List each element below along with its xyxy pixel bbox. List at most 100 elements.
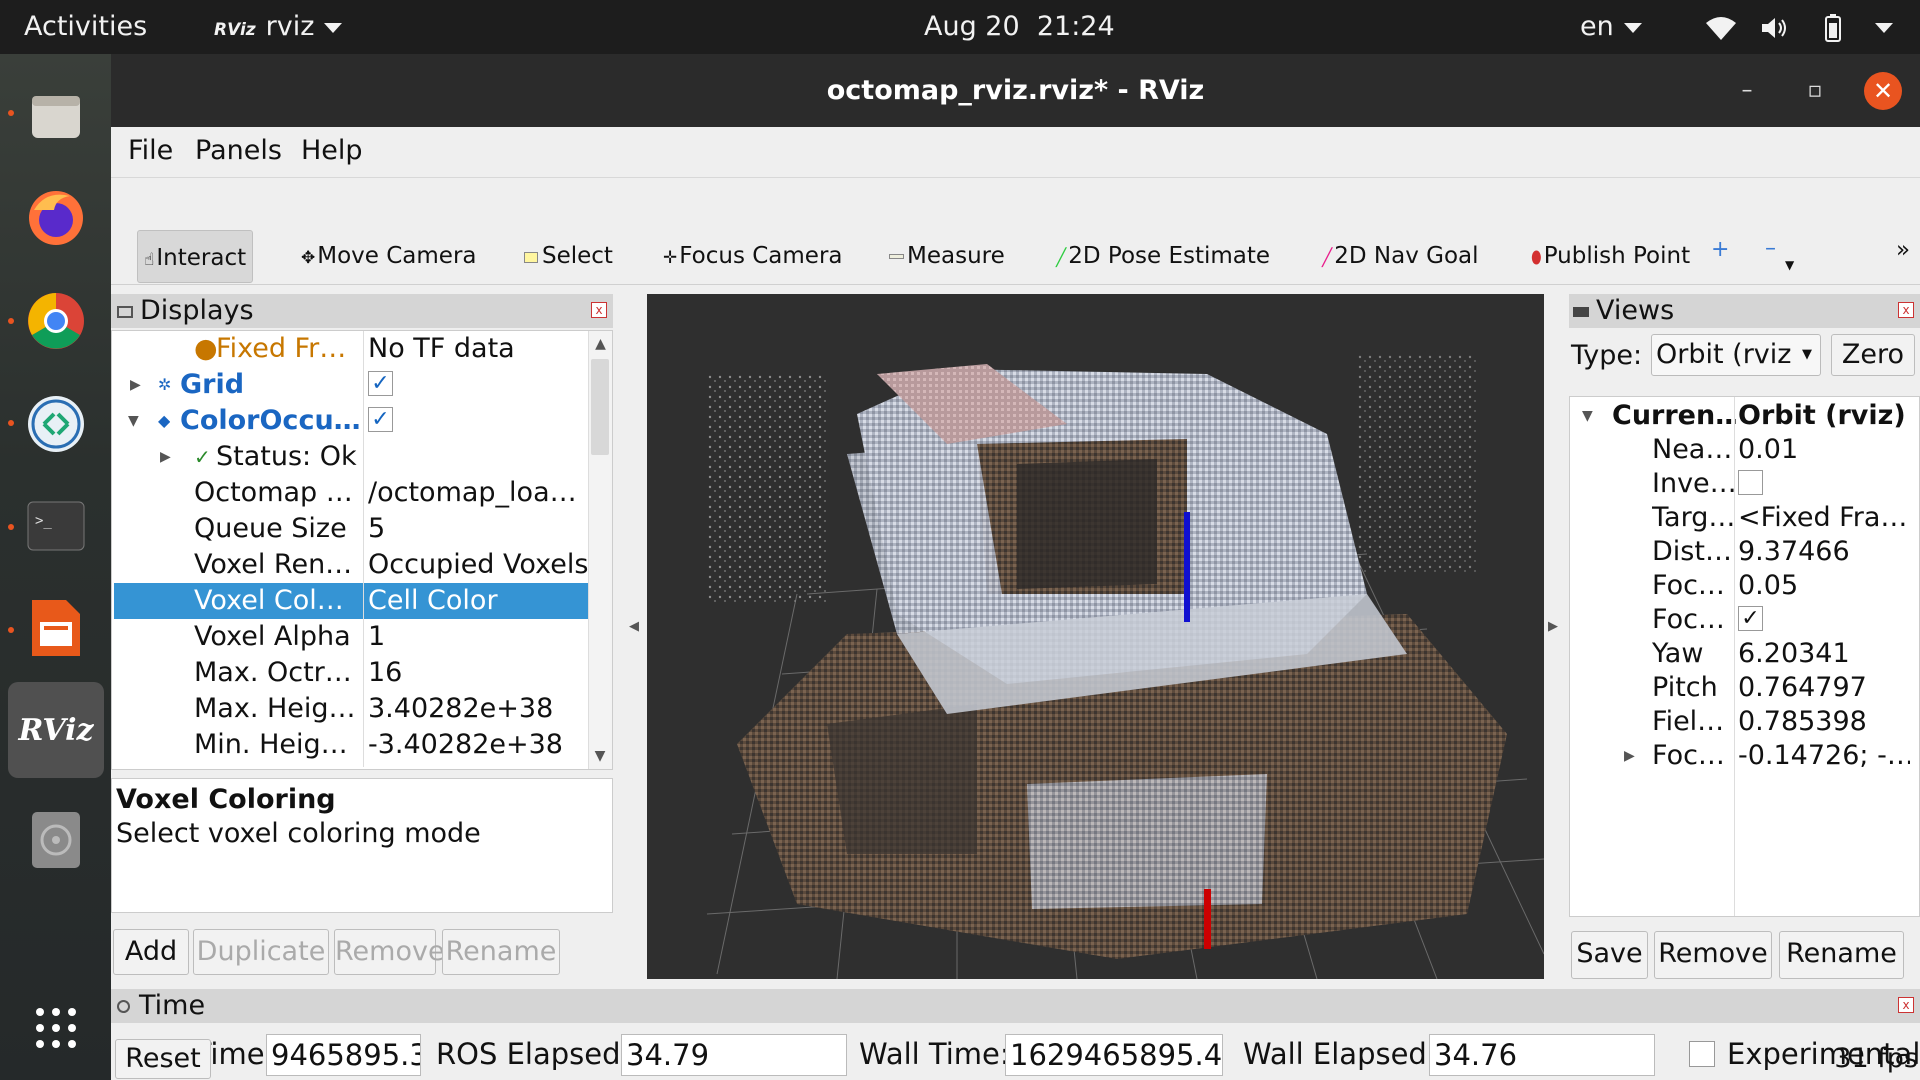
chrome-icon[interactable]: [22, 287, 90, 355]
rename-view-button[interactable]: Rename: [1779, 931, 1904, 979]
tool-2d-nav-goal[interactable]: ╱2D Nav Goal: [1322, 229, 1479, 283]
rviz-dock-icon[interactable]: RViz: [8, 682, 104, 778]
view-row-current[interactable]: ▼ Curren… Orbit (rviz): [1570, 399, 1915, 433]
view-row-field-of-view[interactable]: Fiel… 0.785398: [1570, 705, 1915, 739]
view-row-yaw[interactable]: Yaw 6.20341: [1570, 637, 1915, 671]
tool-measure[interactable]: Measure: [889, 229, 1005, 283]
tool-move-camera[interactable]: ✥Move Camera: [301, 229, 477, 283]
tool-publish-point[interactable]: ⬮Publish Point: [1531, 229, 1690, 283]
system-menu-button[interactable]: [1865, 0, 1893, 54]
close-icon[interactable]: x: [591, 302, 607, 318]
view-row-target-frame[interactable]: Targ… <Fixed Fra…: [1570, 501, 1915, 535]
grid-enabled-checkbox[interactable]: ✓: [368, 371, 393, 396]
scrollbar-thumb[interactable]: [591, 359, 609, 455]
close-icon[interactable]: x: [1898, 997, 1914, 1013]
tool-interact[interactable]: ☝Interact: [137, 230, 254, 283]
remove-tool-minus-icon[interactable]: –: [1765, 222, 1776, 276]
close-button[interactable]: ✕: [1864, 72, 1902, 110]
tree-row-grid[interactable]: ▶ ✲ Grid ✓: [114, 367, 588, 403]
tree-row-fixed-frame[interactable]: ● Fixed Fr… No TF data: [114, 331, 588, 367]
files-icon[interactable]: [22, 82, 90, 150]
collapse-arrow-icon[interactable]: ▼: [128, 403, 139, 439]
nav-goal-icon: ╱: [1322, 248, 1333, 268]
view-row-distance[interactable]: Dist… 9.37466: [1570, 535, 1915, 569]
menu-panels[interactable]: Panels: [195, 135, 282, 166]
color-occupancy-enabled-checkbox[interactable]: ✓: [368, 407, 393, 432]
activities-button[interactable]: Activities: [24, 0, 147, 54]
tool-select[interactable]: Select: [524, 229, 613, 283]
experimental-checkbox[interactable]: [1689, 1041, 1715, 1067]
tool-focus-camera[interactable]: ✛Focus Camera: [663, 229, 843, 283]
remove-view-button[interactable]: Remove: [1654, 931, 1772, 979]
tree-row-max-height[interactable]: Max. Heig… 3.40282e+38: [114, 691, 588, 727]
duplicate-display-button[interactable]: Duplicate: [193, 929, 329, 975]
app-menu[interactable]: RViz rviz: [214, 0, 343, 54]
collapse-arrow-icon[interactable]: ▼: [1582, 399, 1593, 433]
tree-row-queue-size[interactable]: Queue Size 5: [114, 511, 588, 547]
chevron-down-icon[interactable]: ▼: [1785, 238, 1794, 292]
focal-shape-fixed-checkbox[interactable]: ✓: [1738, 606, 1763, 631]
add-display-button[interactable]: Add: [113, 929, 189, 975]
wall-elapsed-field[interactable]: 34.76: [1429, 1034, 1655, 1076]
save-view-button[interactable]: Save: [1571, 931, 1648, 979]
wifi-icon[interactable]: [1705, 0, 1737, 54]
window-titlebar[interactable]: octomap_rviz.rviz* - RViz – ▫ ✕: [111, 54, 1920, 127]
chevron-down-icon: [324, 22, 343, 33]
tree-row-voxel-coloring[interactable]: Voxel Col… Cell Color: [114, 583, 588, 619]
running-indicator: [8, 524, 14, 530]
tree-row-voxel-rendering[interactable]: Voxel Ren… Occupied Voxels: [114, 547, 588, 583]
ros-elapsed-field[interactable]: 34.79: [621, 1034, 847, 1076]
wall-time-field[interactable]: 1629465895.40: [1005, 1034, 1223, 1076]
view-row-focal-shape-fixed[interactable]: Foc… ✓: [1570, 603, 1915, 637]
firefox-icon[interactable]: [22, 184, 90, 252]
tree-row-min-height[interactable]: Min. Heig… -3.40282e+38: [114, 727, 588, 763]
toolbar-overflow-icon[interactable]: »: [1896, 223, 1910, 277]
tree-row-octomap-topic[interactable]: Octomap … /octomap_loa…: [114, 475, 588, 511]
tree-row-voxel-alpha[interactable]: Voxel Alpha 1: [114, 619, 588, 655]
remote-desktop-icon[interactable]: [22, 390, 90, 458]
impress-icon[interactable]: [22, 594, 90, 662]
3d-viewport[interactable]: [647, 294, 1544, 979]
collapse-left-panel-icon[interactable]: ◀: [629, 619, 639, 634]
tree-scrollbar[interactable]: ▲ ▼: [588, 331, 612, 769]
scroll-down-icon[interactable]: ▼: [589, 743, 611, 769]
add-tool-plus-icon[interactable]: +: [1711, 223, 1729, 277]
view-row-focal-point[interactable]: ▶ Foc… -0.14726; -…: [1570, 739, 1915, 773]
zero-button[interactable]: Zero: [1831, 334, 1915, 376]
menu-help[interactable]: Help: [301, 135, 363, 166]
displays-panel-header[interactable]: Displays x: [111, 294, 613, 328]
show-applications-icon[interactable]: [22, 994, 90, 1062]
reset-button[interactable]: Reset: [115, 1039, 211, 1079]
minimize-button[interactable]: –: [1728, 72, 1766, 110]
expand-arrow-icon[interactable]: ▶: [1624, 739, 1635, 773]
view-row-focal-shape-size[interactable]: Foc… 0.05: [1570, 569, 1915, 603]
menu-file[interactable]: File: [128, 135, 173, 166]
collapse-right-panel-icon[interactable]: ▶: [1548, 619, 1558, 634]
view-row-invert[interactable]: Inve…: [1570, 467, 1915, 501]
tree-row-max-octree-depth[interactable]: Max. Octr… 16: [114, 655, 588, 691]
expand-arrow-icon[interactable]: ▶: [130, 367, 141, 403]
remove-display-button[interactable]: Remove: [334, 929, 445, 975]
expand-arrow-icon[interactable]: ▶: [160, 439, 171, 475]
battery-icon[interactable]: [1822, 0, 1844, 54]
close-icon[interactable]: x: [1898, 302, 1914, 318]
view-row-pitch[interactable]: Pitch 0.764797: [1570, 671, 1915, 705]
time-panel-header[interactable]: Time x: [111, 989, 1920, 1023]
view-row-near-clip[interactable]: Nea… 0.01: [1570, 433, 1915, 467]
maximize-button[interactable]: ▫: [1796, 72, 1834, 110]
views-panel-header[interactable]: Views x: [1569, 294, 1920, 328]
volume-icon[interactable]: [1760, 0, 1792, 54]
clock[interactable]: Aug 20 21:24: [924, 0, 1115, 54]
tool-2d-pose-estimate[interactable]: ╱2D Pose Estimate: [1056, 229, 1270, 283]
view-type-select[interactable]: Orbit (rviz ▼: [1651, 334, 1821, 376]
tree-row-color-occupancy[interactable]: ▼ ◆ ColorOccu… ✓: [114, 403, 588, 439]
language-selector[interactable]: en: [1580, 0, 1642, 54]
ros-time-field[interactable]: 9465895.37: [266, 1034, 421, 1076]
publish-point-icon: ⬮: [1531, 248, 1542, 268]
disc-icon[interactable]: [22, 806, 90, 874]
rename-display-button[interactable]: Rename: [442, 929, 560, 975]
scroll-up-icon[interactable]: ▲: [589, 331, 612, 357]
tree-row-status[interactable]: ▶ ✓ Status: Ok: [114, 439, 588, 475]
terminal-icon[interactable]: >_: [22, 492, 90, 560]
invert-z-checkbox[interactable]: [1738, 470, 1763, 495]
